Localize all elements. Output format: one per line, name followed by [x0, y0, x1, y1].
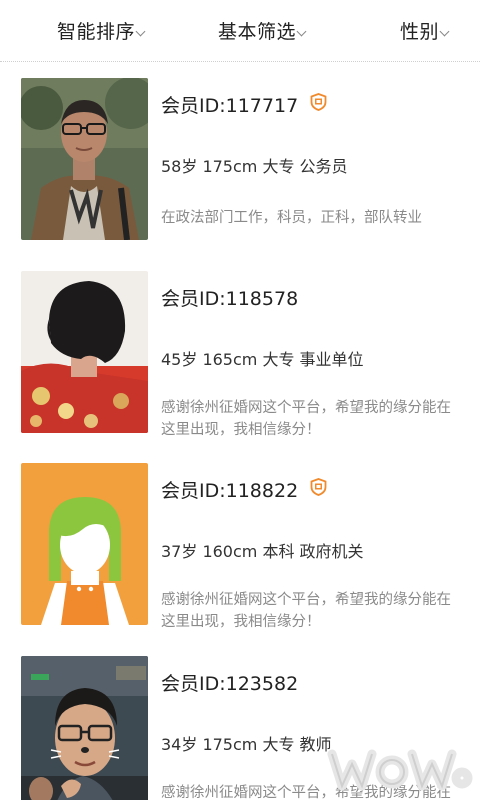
chevron-down-icon	[296, 26, 307, 36]
member-id: 会员ID:117717	[161, 91, 327, 118]
member-description: 感谢徐州征婚网这个平台，希望我的缘分能在这里出现，我相信缘分！	[161, 592, 451, 630]
member-info: 45岁 165cm 大专 事业单位	[161, 350, 364, 369]
verified-badge-icon	[310, 92, 327, 111]
member-id: 会员ID:123582	[161, 669, 298, 696]
member-card[interactable]: 会员ID:117717 58岁 175cm 大专 公务员 在政法部门工作，科员，…	[0, 76, 480, 256]
basic-filter-button[interactable]: 基本筛选	[218, 14, 307, 46]
member-id-text: 会员ID:117717	[161, 95, 299, 117]
member-info: 37岁 160cm 本科 政府机关	[161, 542, 364, 561]
member-id-text: 会员ID:118578	[161, 288, 299, 310]
member-card[interactable]: 会员ID:118822 37岁 160cm 本科 政府机关 感谢徐州征婚网这个平…	[0, 461, 480, 641]
sort-filter-label: 智能排序	[57, 20, 136, 43]
member-info: 34岁 175cm 大专 教师	[161, 735, 332, 754]
member-id: 会员ID:118822	[161, 476, 327, 503]
member-avatar[interactable]	[21, 271, 148, 433]
avatar-photo-young-man-glasses	[21, 656, 148, 800]
member-info: 58岁 175cm 大专 公务员	[161, 157, 348, 176]
avatar-photo-man-outdoors	[21, 78, 148, 240]
member-description: 在政法部门工作，科员，正科，部队转业	[161, 210, 422, 226]
chevron-down-icon	[439, 26, 450, 36]
sort-filter-button[interactable]: 智能排序	[57, 14, 146, 46]
member-id: 会员ID:118578	[161, 284, 298, 311]
member-avatar[interactable]	[21, 656, 148, 800]
watermark-logo-icon	[327, 749, 473, 791]
gender-filter-label: 性别	[400, 20, 440, 43]
chevron-down-icon	[135, 26, 146, 36]
member-id-text: 会员ID:123582	[161, 673, 299, 695]
filter-bar: 智能排序 基本筛选 性别	[0, 0, 480, 62]
gender-filter-button[interactable]: 性别	[400, 14, 450, 46]
member-description: 感谢徐州征婚网这个平台，希望我的缘分能在这里出现，我相信缘分！	[161, 400, 451, 438]
verified-badge-icon	[310, 477, 327, 496]
basic-filter-label: 基本筛选	[218, 20, 297, 43]
avatar-photo-woman-short-hair	[21, 271, 148, 433]
member-avatar[interactable]	[21, 78, 148, 240]
page: { "filters": { "sort_label": "智能排序", "ba…	[0, 0, 480, 800]
member-card[interactable]: 会员ID:118578 45岁 165cm 大专 事业单位 感谢徐州征婚网这个平…	[0, 269, 480, 449]
member-id-text: 会员ID:118822	[161, 480, 299, 502]
member-avatar[interactable]	[21, 463, 148, 625]
avatar-default-female-icon	[21, 463, 148, 625]
